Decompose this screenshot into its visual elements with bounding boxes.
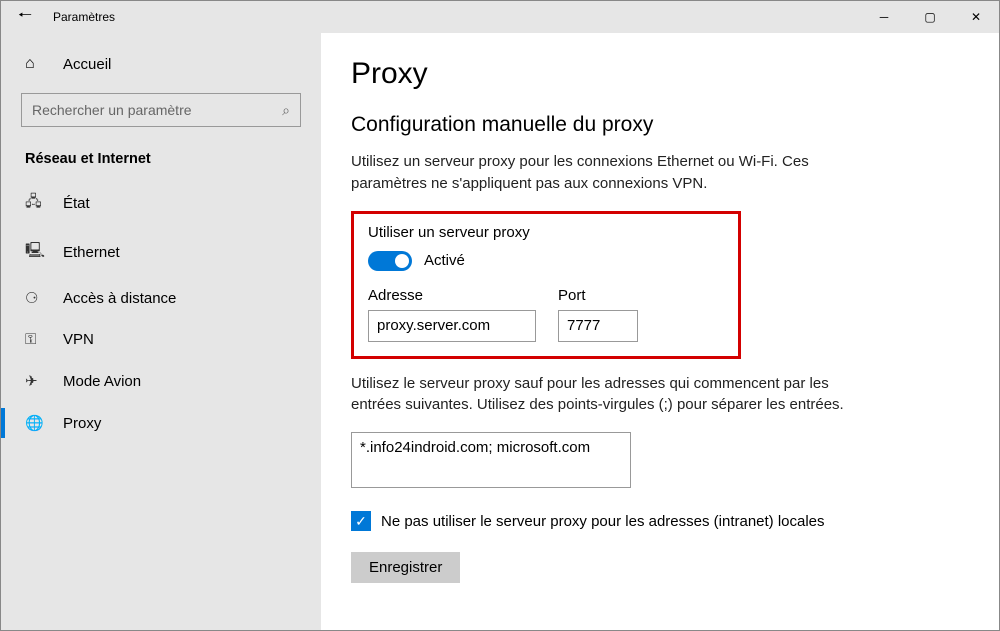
home-label: Accueil <box>63 56 111 73</box>
sidebar-item-vpn[interactable]: ⚿ VPN <box>1 319 321 360</box>
sidebar-item-label: Proxy <box>63 415 101 432</box>
sidebar-item-dialup[interactable]: ⚆ Accès à distance <box>1 277 321 319</box>
dialup-icon: ⚆ <box>25 289 45 307</box>
sidebar: ⌂ Accueil Rechercher un paramètre ⌕ Rése… <box>1 33 321 630</box>
section-description: Utilisez un serveur proxy pour les conne… <box>351 151 871 195</box>
sidebar-item-status[interactable]: 🖧 État <box>1 179 321 228</box>
sidebar-group-title: Réseau et Internet <box>1 145 321 179</box>
window-title: Paramètres <box>49 10 861 24</box>
sidebar-item-label: État <box>63 195 90 212</box>
address-input[interactable] <box>368 310 536 342</box>
section-title: Configuration manuelle du proxy <box>351 113 969 137</box>
toggle-state: Activé <box>424 252 465 269</box>
titlebar: 🠐 Paramètres ─ ▢ ✕ <box>1 1 999 33</box>
home-icon: ⌂ <box>25 55 45 73</box>
vpn-icon: ⚿ <box>25 331 45 348</box>
sidebar-item-label: Mode Avion <box>63 373 141 390</box>
sidebar-item-airplane[interactable]: ✈ Mode Avion <box>1 360 321 402</box>
sidebar-item-proxy[interactable]: 🌐 Proxy <box>1 402 321 444</box>
page-title: Proxy <box>351 57 969 91</box>
exceptions-description: Utilisez le serveur proxy sauf pour les … <box>351 373 871 417</box>
highlight-box: Utiliser un serveur proxy Activé Adresse… <box>351 211 741 359</box>
status-icon: 🖧 <box>25 191 45 216</box>
home-link[interactable]: ⌂ Accueil <box>1 45 321 83</box>
exceptions-input[interactable] <box>351 432 631 488</box>
port-input[interactable] <box>558 310 638 342</box>
ethernet-icon: 🖳 <box>25 240 45 265</box>
proxy-icon: 🌐 <box>25 414 45 432</box>
minimize-button[interactable]: ─ <box>861 1 907 33</box>
sidebar-item-label: Accès à distance <box>63 290 176 307</box>
search-placeholder: Rechercher un paramètre <box>32 102 282 118</box>
intranet-checkbox-label: Ne pas utiliser le serveur proxy pour le… <box>381 511 825 532</box>
use-proxy-toggle[interactable] <box>368 251 412 271</box>
main-content: Proxy Configuration manuelle du proxy Ut… <box>321 33 999 630</box>
back-button[interactable]: 🠐 <box>1 4 49 31</box>
save-button[interactable]: Enregistrer <box>351 552 460 583</box>
address-label: Adresse <box>368 287 536 304</box>
airplane-icon: ✈ <box>25 372 45 390</box>
close-button[interactable]: ✕ <box>953 1 999 33</box>
maximize-button[interactable]: ▢ <box>907 1 953 33</box>
sidebar-item-label: VPN <box>63 331 94 348</box>
intranet-checkbox[interactable]: ✓ <box>351 511 371 531</box>
port-label: Port <box>558 287 638 304</box>
use-proxy-label: Utiliser un serveur proxy <box>368 224 724 241</box>
sidebar-item-label: Ethernet <box>63 244 120 261</box>
search-icon: ⌕ <box>282 102 290 119</box>
search-input[interactable]: Rechercher un paramètre ⌕ <box>21 93 301 127</box>
sidebar-item-ethernet[interactable]: 🖳 Ethernet <box>1 228 321 277</box>
